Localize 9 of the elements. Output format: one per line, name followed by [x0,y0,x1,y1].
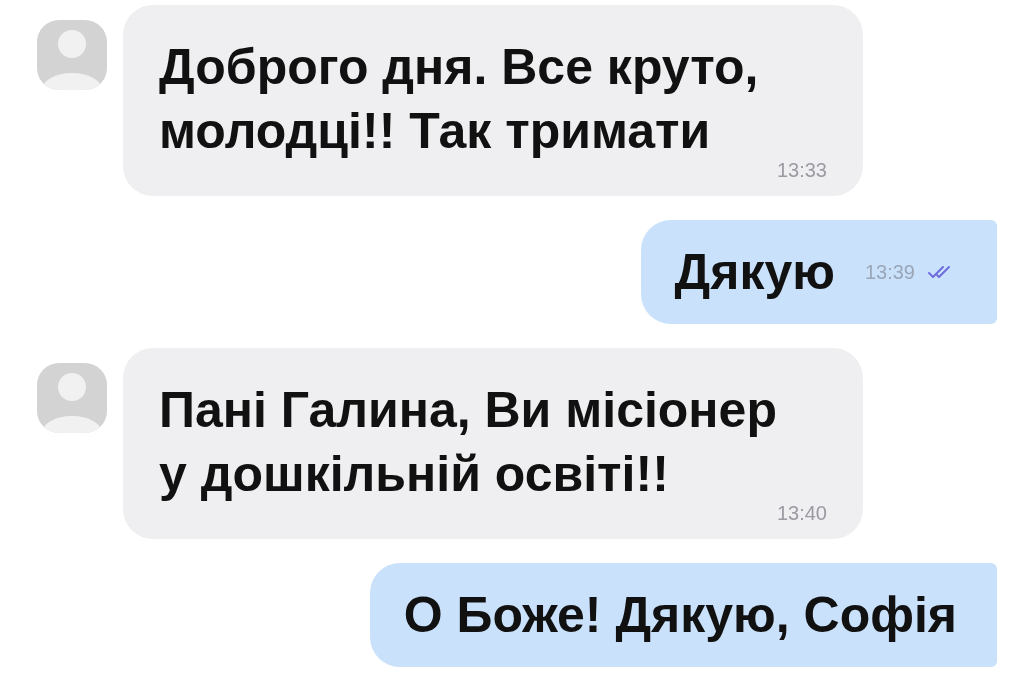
message-text: О Боже! Дякую, Софія [403,586,957,645]
message-time: 13:33 [776,159,827,182]
avatar-icon [37,20,107,90]
message-time: 13:40 [776,502,827,525]
message-text: Дякую [674,243,835,302]
message-text: Доброго дня. Все круто, молодці!! Так тримати [159,38,760,161]
message-text: Пані Галина, Ви місіонер у дошкільній освіті!! [159,381,778,504]
message-time: 13:39 [864,260,915,284]
avatar-icon [37,363,107,433]
